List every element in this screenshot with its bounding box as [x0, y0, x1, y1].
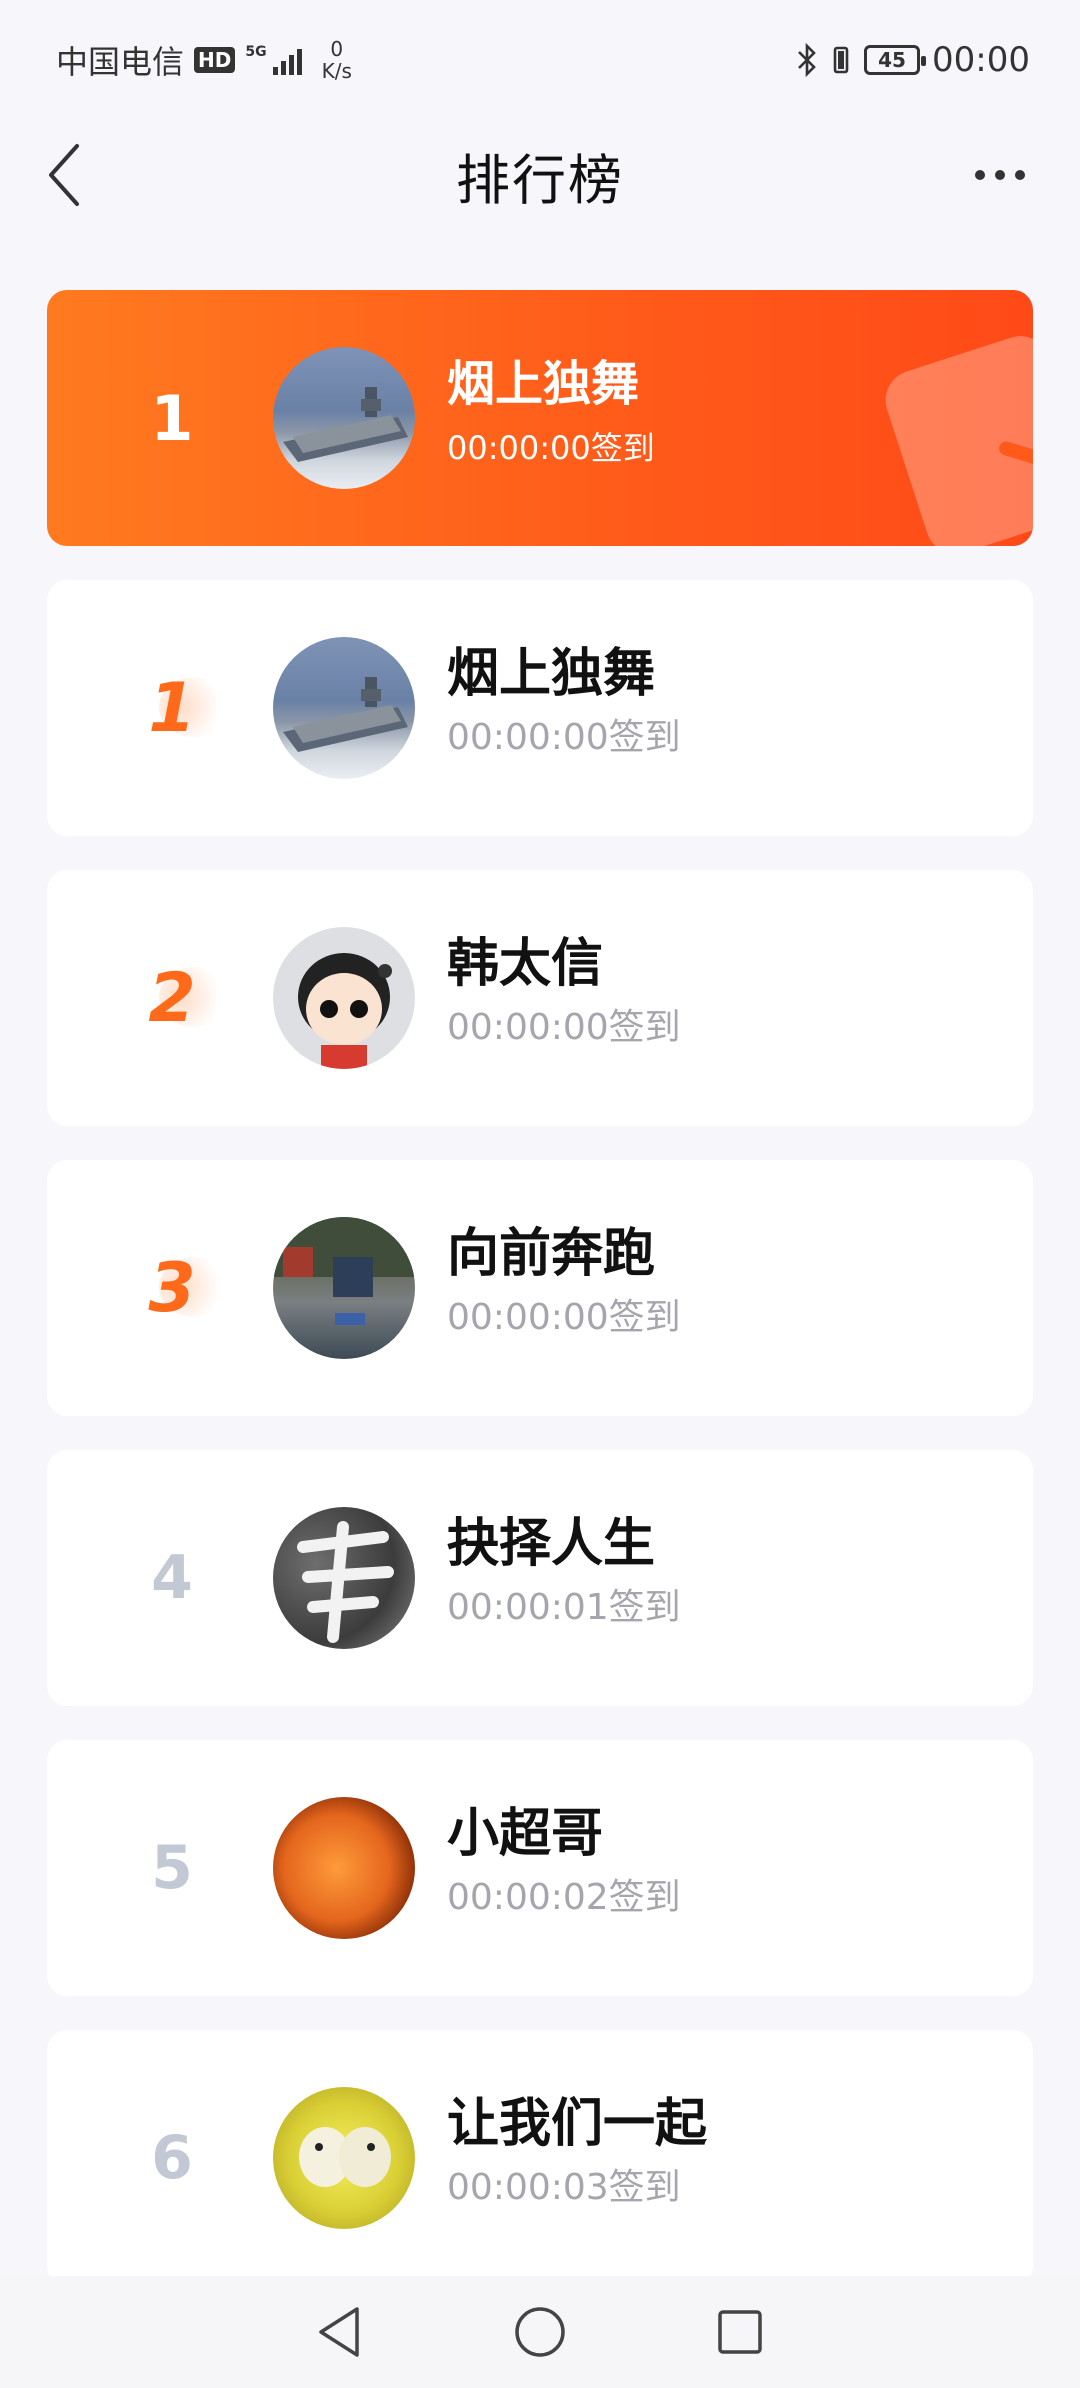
more-dot-icon	[995, 170, 1005, 180]
nav-recents-button[interactable]	[705, 2297, 775, 2367]
battery-level: 45	[878, 48, 906, 72]
header: 排行榜	[0, 120, 1080, 230]
user-name: 烟上独舞	[447, 356, 640, 412]
orange-texture-avatar	[273, 1797, 415, 1939]
circle-home-icon	[515, 2307, 565, 2357]
more-options-button[interactable]	[960, 140, 1040, 210]
rank-list-item[interactable]: 2 韩太信 00:00:00签到	[47, 870, 1033, 1126]
checkin-time: 00:00:00签到	[447, 1007, 681, 1048]
rank-list-item[interactable]: 1 烟上独舞 00:00:00签到	[47, 580, 1033, 836]
rank-list-item[interactable]: 4 抉择人生 00:00:01签到	[47, 1450, 1033, 1706]
back-button[interactable]	[30, 140, 100, 210]
more-dot-icon	[975, 170, 985, 180]
clock: 00:00	[932, 40, 1030, 80]
street-scene-avatar	[273, 1217, 415, 1359]
status-right: 45 00:00	[796, 40, 1030, 80]
nav-home-button[interactable]	[505, 2297, 575, 2367]
rank-number: 1	[117, 669, 229, 748]
checkin-time: 00:00:00签到	[447, 429, 655, 467]
user-name: 韩太信	[447, 934, 604, 994]
rank-list-item[interactable]: 5 小超哥 00:00:02签到	[47, 1740, 1033, 1996]
network-speed: 0 K/s	[322, 38, 352, 82]
nav-back-button[interactable]	[305, 2297, 375, 2367]
rank-number: 1	[150, 381, 194, 455]
two-birds-avatar	[273, 2087, 415, 2229]
vibrate-icon	[833, 46, 849, 74]
network-type: 5G	[245, 44, 267, 60]
calligraphy-avatar	[273, 1507, 415, 1649]
triangle-back-icon	[319, 2307, 359, 2357]
user-name: 小超哥	[447, 1804, 604, 1864]
user-info: 烟上独舞 00:00:00签到	[447, 352, 655, 474]
chevron-left-icon	[49, 144, 79, 206]
user-name: 烟上独舞	[447, 644, 656, 704]
battery-icon: 45	[864, 45, 927, 75]
rank-number: 6	[151, 2123, 193, 2193]
more-dot-icon	[1015, 170, 1025, 180]
checkin-time: 00:00:03签到	[447, 2167, 681, 2208]
checkin-badge-icon	[877, 328, 1033, 546]
user-info: 小超哥 00:00:02签到	[447, 1802, 681, 1924]
user-name: 向前奔跑	[447, 1224, 656, 1284]
speed-unit: K/s	[321, 59, 352, 83]
my-rank-card[interactable]: 1 烟上独舞 00:00:00签到	[47, 290, 1033, 546]
user-name: 抉择人生	[447, 1514, 656, 1574]
checkin-time: 00:00:00签到	[447, 1297, 681, 1338]
page-title: 排行榜	[456, 148, 624, 212]
aircraft-carrier-avatar	[273, 637, 415, 779]
bluetooth-icon	[798, 43, 816, 77]
user-info: 抉择人生 00:00:01签到	[447, 1512, 681, 1634]
signal-icon: 5G	[245, 44, 302, 75]
system-nav-bar	[0, 2276, 1080, 2388]
ranking-list: 1 烟上独舞 00:00:00签到 1 烟上独舞 00:00:00签到 2 韩太…	[47, 290, 1033, 2320]
status-left: 中国电信 HD 5G 0 K/s	[56, 37, 352, 83]
carrier-name: 中国电信	[56, 43, 185, 81]
status-bar: 中国电信 HD 5G 0 K/s 45 00:00	[0, 0, 1080, 120]
checkin-time: 00:00:01签到	[447, 1587, 681, 1628]
user-name: 让我们一起	[447, 2094, 708, 2154]
rank-number: 5	[151, 1833, 193, 1903]
checkin-time: 00:00:00签到	[447, 717, 681, 758]
cartoon-girl-avatar	[273, 927, 415, 1069]
user-info: 让我们一起 00:00:03签到	[447, 2092, 707, 2214]
rank-number: 3	[117, 1249, 229, 1328]
rank-list-item[interactable]: 3 向前奔跑 00:00:00签到	[47, 1160, 1033, 1416]
checkin-time: 00:00:02签到	[447, 1877, 681, 1918]
user-info: 韩太信 00:00:00签到	[447, 932, 681, 1054]
user-info: 烟上独舞 00:00:00签到	[447, 642, 681, 764]
rank-number: 4	[151, 1543, 193, 1613]
speed-value: 0	[330, 37, 344, 61]
rank-number: 2	[117, 959, 229, 1038]
aircraft-carrier-avatar	[273, 347, 415, 489]
hd-icon: HD	[194, 47, 236, 73]
user-info: 向前奔跑 00:00:00签到	[447, 1222, 681, 1344]
square-recents-icon	[718, 2310, 762, 2354]
rank-list-item[interactable]: 6 让我们一起 00:00:03签到	[47, 2030, 1033, 2286]
